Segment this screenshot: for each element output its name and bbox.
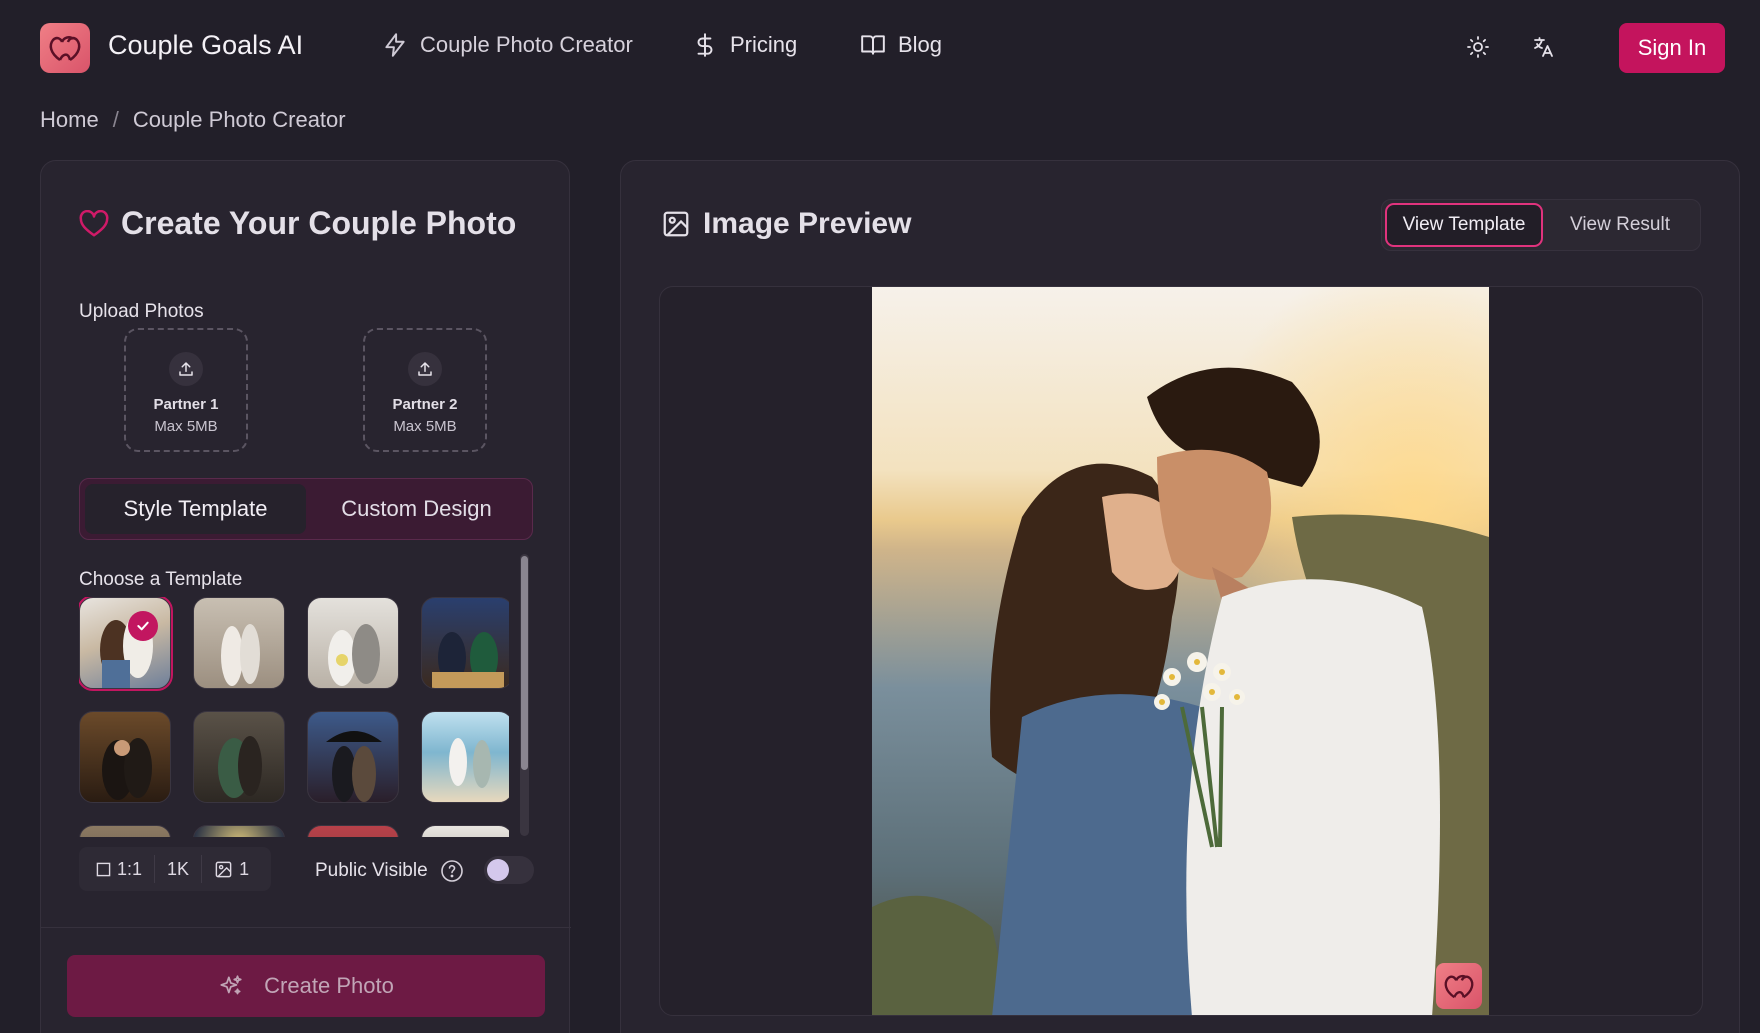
book-icon	[861, 35, 885, 55]
tab-style-template[interactable]: Style Template	[85, 484, 306, 534]
resolution-selector[interactable]: 1K	[167, 859, 189, 880]
upload-icon	[169, 352, 203, 386]
creator-title-text: Create Your Couple Photo	[121, 205, 517, 241]
template-thumbnail[interactable]	[307, 825, 399, 837]
translate-icon	[1534, 37, 1553, 57]
couple-photo-thumbnail	[432, 632, 504, 688]
view-template-button[interactable]: View Template	[1385, 203, 1543, 247]
lightning-icon	[385, 33, 405, 57]
upload-partner-1-limit: Max 5MB	[154, 418, 218, 435]
couple-photo-thumbnail	[102, 738, 152, 800]
template-thumbnail[interactable]	[307, 597, 399, 689]
nav-pricing-label: Pricing	[730, 32, 798, 57]
app-logo[interactable]	[40, 23, 90, 73]
template-thumbnail[interactable]	[421, 825, 509, 837]
aspect-ratio-selector[interactable]: 1:1	[96, 859, 142, 880]
breadcrumb-current: Couple Photo Creator	[132, 107, 346, 132]
upload-partner-1[interactable]: Partner 1 Max 5MB	[124, 328, 248, 452]
hearts-logo-icon	[49, 36, 81, 62]
dollar-icon	[697, 33, 713, 57]
toggle-knob	[487, 859, 509, 881]
scrollbar-thumb[interactable]	[521, 556, 528, 770]
upload-photos-label: Upload Photos	[79, 301, 204, 322]
preview-canvas	[659, 286, 1703, 1016]
template-thumbnail[interactable]	[193, 597, 285, 689]
upload-partner-2-limit: Max 5MB	[393, 418, 457, 435]
couple-photo-thumbnail	[328, 624, 380, 686]
heart-icon	[79, 209, 109, 236]
template-thumbnail[interactable]	[421, 711, 509, 803]
upload-partner-1-name: Partner 1	[153, 396, 219, 413]
template-thumbnail[interactable]	[79, 597, 173, 691]
selected-check-icon	[128, 611, 158, 641]
template-thumbnail[interactable]	[193, 711, 285, 803]
image-count-value: 1	[239, 858, 250, 879]
top-navigation-bar: Couple Goals AI Couple Photo Creator Pri…	[0, 0, 1760, 96]
upload-icon	[408, 352, 442, 386]
image-icon	[215, 861, 232, 877]
preview-title-text: Image Preview	[703, 207, 912, 240]
nav-creator-label: Couple Photo Creator	[420, 32, 633, 57]
preview-title: Image Preview	[661, 207, 911, 241]
nav-blog[interactable]: Blog	[860, 32, 942, 58]
watermark-logo	[1436, 963, 1482, 1009]
template-thumbnail[interactable]	[193, 825, 285, 837]
upload-partner-2[interactable]: Partner 2 Max 5MB	[363, 328, 487, 452]
panel-divider	[41, 927, 571, 928]
sparkles-icon	[220, 975, 242, 995]
image-count-selector[interactable]: 1	[214, 859, 249, 880]
template-scrollbar[interactable]	[520, 554, 529, 836]
creator-panel-title: Create Your Couple Photo	[79, 205, 516, 242]
tab-custom-design[interactable]: Custom Design	[306, 484, 527, 534]
help-circle-icon[interactable]	[440, 859, 464, 883]
breadcrumb: Home / Couple Photo Creator	[40, 107, 346, 133]
nav-pricing[interactable]: Pricing	[692, 32, 797, 58]
template-grid	[79, 597, 509, 837]
language-button[interactable]	[1528, 32, 1558, 62]
couple-photo-thumbnail	[326, 731, 382, 802]
design-mode-tabs: Style Template Custom Design	[79, 478, 533, 540]
preview-panel: Image Preview View Template View Result	[620, 160, 1740, 1033]
brand-name[interactable]: Couple Goals AI	[108, 30, 303, 61]
generation-settings: 1:1 1K 1	[79, 847, 271, 891]
sign-in-button[interactable]: Sign In	[1619, 23, 1725, 73]
create-photo-label: Create Photo	[264, 973, 394, 998]
choose-template-label: Choose a Template	[79, 569, 243, 590]
sun-icon	[1467, 36, 1489, 58]
template-thumbnail[interactable]	[421, 597, 509, 689]
couple-photo-thumbnail	[449, 738, 491, 788]
nav-couple-photo-creator[interactable]: Couple Photo Creator	[382, 32, 633, 58]
preview-image	[872, 287, 1489, 1015]
breadcrumb-separator: /	[112, 107, 119, 132]
creator-panel: Create Your Couple Photo Upload Photos P…	[40, 160, 571, 1033]
nav-blog-label: Blog	[898, 32, 943, 57]
image-icon	[663, 211, 689, 237]
create-photo-button[interactable]: Create Photo	[67, 955, 545, 1017]
aspect-ratio-value: 1:1	[117, 858, 143, 879]
couple-kiss-photo	[872, 287, 1489, 1015]
breadcrumb-home[interactable]: Home	[40, 107, 99, 133]
view-toggle: View Template View Result	[1381, 199, 1701, 251]
chip-divider	[154, 855, 156, 883]
hearts-logo-icon	[1444, 974, 1474, 999]
theme-toggle-button[interactable]	[1463, 32, 1493, 62]
couple-photo-thumbnail	[221, 624, 260, 686]
public-visible-label: Public Visible	[315, 860, 428, 881]
template-thumbnail[interactable]	[307, 711, 399, 803]
template-thumbnail[interactable]	[79, 711, 171, 803]
public-visible-toggle[interactable]	[484, 856, 534, 884]
couple-photo-thumbnail	[218, 736, 262, 798]
public-visibility: Public Visible	[315, 859, 464, 883]
square-icon	[96, 862, 111, 876]
resolution-value: 1K	[167, 858, 190, 879]
view-result-button[interactable]: View Result	[1543, 203, 1697, 247]
couple-photo-thumbnail	[100, 614, 153, 688]
chip-divider	[201, 855, 203, 883]
upload-partner-2-name: Partner 2	[392, 396, 458, 413]
template-thumbnail[interactable]	[79, 825, 171, 837]
